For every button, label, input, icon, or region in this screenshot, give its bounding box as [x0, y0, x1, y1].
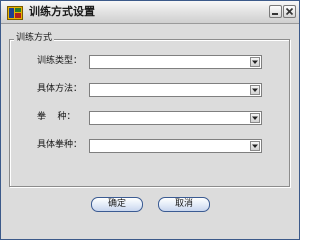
specific-fist-style-label: 具体拳种：	[37, 140, 83, 150]
group-legend: 训练方式	[14, 32, 55, 44]
training-type-label: 训练类型：	[37, 56, 83, 66]
close-icon	[285, 7, 294, 16]
cancel-button[interactable]: 取消	[158, 197, 210, 212]
method-label: 具体方法：	[37, 84, 83, 94]
training-type-select[interactable]	[89, 55, 262, 69]
dropdown-arrow-icon[interactable]	[250, 85, 260, 95]
title-bar[interactable]: 训练方式设置	[1, 1, 299, 24]
close-button[interactable]	[283, 5, 296, 18]
fist-style-select[interactable]	[89, 111, 262, 125]
minimize-button[interactable]	[269, 5, 282, 18]
app-icon	[7, 5, 23, 20]
minimize-icon	[272, 13, 278, 15]
dropdown-arrow-icon[interactable]	[250, 113, 260, 123]
dropdown-arrow-icon[interactable]	[250, 141, 260, 151]
dropdown-arrow-icon[interactable]	[250, 57, 260, 67]
specific-fist-style-select[interactable]	[89, 139, 262, 153]
window-title: 训练方式设置	[29, 5, 95, 18]
fist-style-label: 拳 种：	[37, 112, 76, 122]
ok-button[interactable]: 确定	[91, 197, 143, 212]
dialog-window: 训练方式设置 训练方式 训练类型： 具体方法： 拳 种： 具体拳种： 确定 取消	[0, 0, 300, 240]
method-select[interactable]	[89, 83, 262, 97]
